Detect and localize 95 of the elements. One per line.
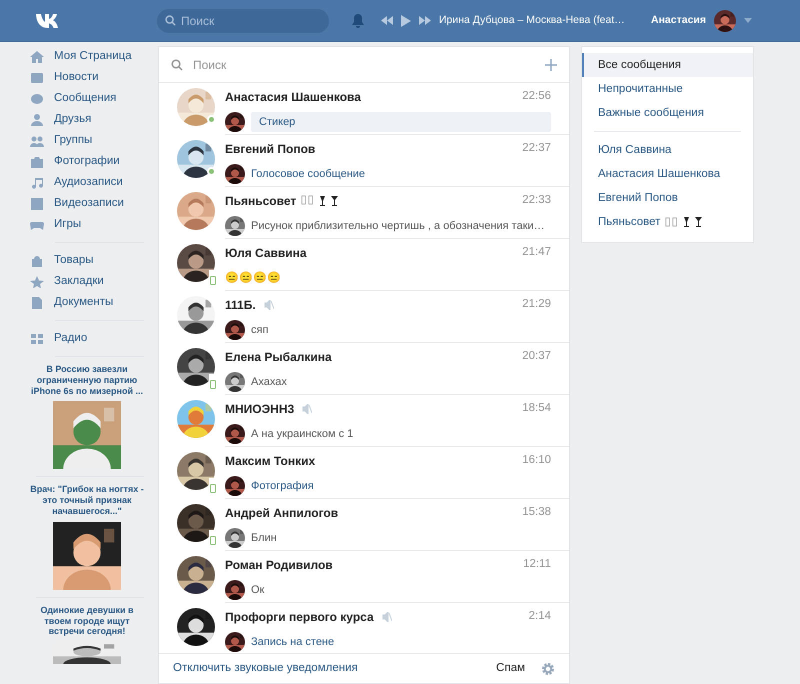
time-text: 15:38: [522, 505, 551, 520]
spam-link[interactable]: Спам: [496, 660, 525, 678]
mute-notifications-link[interactable]: Отключить звуковые уведомления: [173, 660, 358, 678]
search-icon: [171, 58, 183, 70]
message-preview: Ахахах: [251, 374, 288, 390]
message-preview: сяп: [251, 322, 270, 338]
time-text: 20:37: [522, 349, 551, 364]
nav-item[interactable]: Сообщения: [30, 88, 144, 109]
play-icon[interactable]: [401, 14, 411, 26]
dialog-row[interactable]: 111Б. 21:29 сяп: [159, 291, 569, 343]
message-preview: Блин: [251, 530, 278, 546]
pinned-dialog[interactable]: Юля Саввина: [582, 138, 753, 162]
time-text: 16:10: [522, 453, 551, 468]
attachment-link[interactable]: Голосовое сообщение: [251, 164, 372, 184]
filter-tab[interactable]: Непрочитанные: [582, 77, 753, 101]
next-icon[interactable]: [419, 16, 431, 25]
nav-item[interactable]: Аудиозаписи: [30, 172, 144, 193]
attachment-link[interactable]: Стикер: [251, 112, 551, 132]
music-note-icon: [30, 176, 44, 188]
contact-name: МНИОЭНН3: [225, 401, 294, 418]
time-text: 22:37: [522, 141, 551, 156]
dialog-row[interactable]: Пьяньсовет ▯▯ 22:33 Рисунок приблизительно чертишь , а обозначения таки…: [159, 187, 569, 239]
pinned-dialog[interactable]: Пьяньсовет ▯▯: [582, 210, 753, 234]
time-text: 22:33: [522, 193, 551, 208]
time-text: 22:56: [522, 89, 551, 104]
nav-item[interactable]: Закладки: [30, 271, 144, 292]
nav-item[interactable]: Фотографии: [30, 151, 144, 172]
bag-icon: [30, 254, 44, 266]
settings-icon[interactable]: [541, 662, 555, 676]
attachment-link[interactable]: Запись на стене: [251, 632, 340, 652]
track-title[interactable]: Ирина Дубцова – Москва-Нева (feat…: [439, 12, 625, 28]
contact-name: Елена Рыбалкина: [225, 349, 332, 366]
nav-item[interactable]: Игры: [30, 214, 144, 235]
contact-name: Анастасия Шашенкова: [225, 89, 361, 106]
time-text: 21:29: [522, 297, 551, 312]
caret-icon[interactable]: [744, 18, 752, 23]
time-text: 12:11: [523, 557, 551, 572]
nav-item[interactable]: Моя Страница: [30, 46, 144, 67]
bell-icon[interactable]: [351, 13, 365, 28]
goblet-icon: [318, 196, 340, 206]
contact-name: Андрей Анпилогов: [225, 505, 338, 522]
filter-tab[interactable]: Важные сообщения: [582, 101, 753, 125]
plus-icon[interactable]: [545, 58, 557, 70]
contact-name: Роман Родивилов: [225, 557, 333, 574]
message-preview: 😑😑😑😑: [225, 270, 282, 286]
contact-name: Юля Саввина: [225, 245, 307, 262]
symbol-text: ▯▯: [300, 193, 314, 208]
chat-icon: [30, 92, 44, 104]
goblet-icon: [682, 217, 704, 227]
previous-icon[interactable]: [381, 16, 393, 25]
dialog-row[interactable]: МНИОЭНН3 18:54 А на украинском с 1: [159, 395, 569, 447]
ad-title[interactable]: Врач: "Грибок на ногтях - это точный признак начавшегося...": [30, 484, 144, 517]
nav-item[interactable]: Группы: [30, 130, 144, 151]
time-text: 2:14: [528, 609, 551, 624]
logo-icon[interactable]: [35, 12, 61, 28]
symbol-text: ▯▯: [664, 215, 678, 230]
star-icon: [30, 276, 44, 288]
dialog-row[interactable]: Роман Родивилов 12:11 Ок: [159, 551, 569, 603]
dialog-row[interactable]: Евгений Попов 22:37 Голосовое сообщение: [159, 135, 569, 187]
nav-item[interactable]: Радио: [30, 328, 144, 349]
dialog-row[interactable]: Елена Рыбалкина 20:37 Ахахах: [159, 343, 569, 395]
grid-icon: [30, 332, 44, 344]
filter-tab[interactable]: Все сообщения: [582, 53, 753, 77]
contact-name: Профорги первого курса: [225, 609, 374, 626]
pinned-dialog[interactable]: Анастасия Шашенкова: [582, 162, 753, 186]
dialog-row[interactable]: Анастасия Шашенкова 22:56 Стикер: [159, 83, 569, 135]
message-preview: А на украинском с 1: [251, 426, 354, 442]
time-text: 18:54: [522, 401, 551, 416]
contact-name: 111Б.: [225, 297, 256, 314]
dialog-row[interactable]: Юля Саввина 21:47 😑😑😑😑: [159, 239, 569, 291]
nav-item[interactable]: Товары: [30, 250, 144, 271]
contact-name: Максим Тонких: [225, 453, 316, 470]
contact-name: Евгений Попов: [225, 141, 316, 158]
pinned-dialog[interactable]: Евгений Попов: [582, 186, 753, 210]
message-preview: Ок: [251, 582, 266, 598]
person-icon: [30, 114, 44, 126]
home-icon: [30, 50, 44, 62]
message-preview: Рисунок приблизительно чертишь , а обозначения таки…: [251, 218, 546, 234]
search-field[interactable]: Поиск: [157, 8, 329, 32]
ad-title[interactable]: В Россию завезли ограниченную партию iPhone 6s по мизерной ...: [30, 364, 144, 396]
user-name[interactable]: Анастасия: [650, 12, 706, 28]
ad-title[interactable]: Одинокие девушки в твоем городе ищут встречи сегодня!: [30, 604, 144, 638]
nav-item[interactable]: Видеозаписи: [30, 193, 144, 214]
nav-item[interactable]: Новости: [30, 67, 144, 88]
nav-item[interactable]: Друзья: [30, 109, 144, 130]
document-icon: [30, 296, 44, 308]
camera-icon: [30, 156, 44, 168]
dialog-row[interactable]: Андрей Анпилогов 15:38 Блин: [159, 499, 569, 551]
contact-name: Пьяньсовет: [225, 193, 296, 210]
nav-item[interactable]: Документы: [30, 292, 144, 313]
dialog-row[interactable]: Максим Тонких 16:10 Фотография: [159, 447, 569, 499]
dialog-row[interactable]: Профорги первого курса 2:14 Запись на стене: [159, 603, 569, 653]
attachment-link[interactable]: Фотография: [251, 476, 320, 496]
people-icon: [30, 134, 44, 146]
time-text: 21:47: [522, 245, 551, 260]
